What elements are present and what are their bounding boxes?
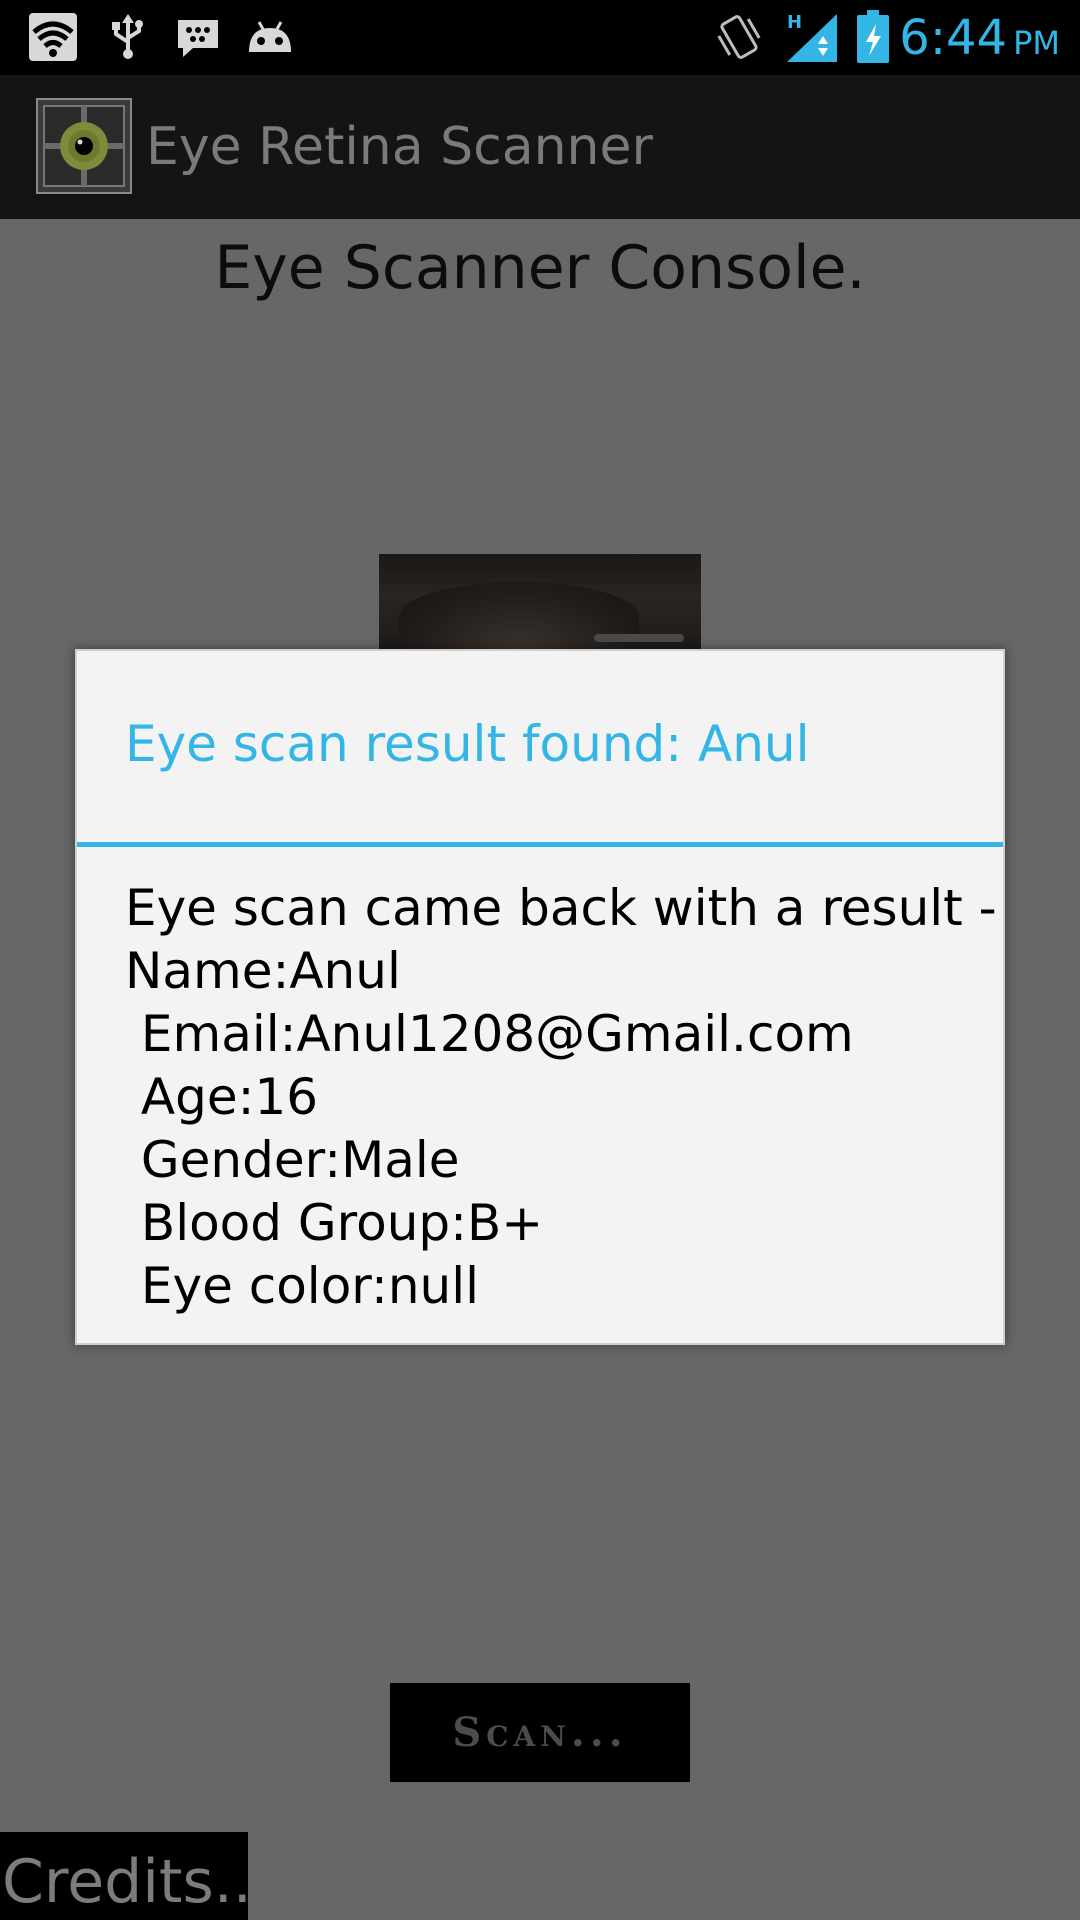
status-bar: H 6:44 PM xyxy=(0,0,1080,75)
clock-time: 6:44 xyxy=(899,10,1008,66)
dialog-line-blood-group: Blood Group:B+ xyxy=(125,1194,544,1252)
dialog-message: Eye scan came back with a result - Name:… xyxy=(125,877,997,1318)
scan-button[interactable]: Scan... xyxy=(390,1683,690,1782)
bbm-icon xyxy=(178,20,218,57)
dialog-line-age: Age:16 xyxy=(125,1068,319,1126)
dialog-title: Eye scan result found: Anul xyxy=(125,715,810,773)
eye-preview-image xyxy=(379,554,701,650)
scan-result-dialog: Eye scan result found: Anul Eye scan cam… xyxy=(75,649,1005,1345)
action-bar: Eye Retina Scanner xyxy=(0,75,1080,219)
clock-ampm: PM xyxy=(1013,24,1060,62)
signal-icon: H xyxy=(787,12,837,62)
app-title: Eye Retina Scanner xyxy=(146,117,653,177)
dialog-divider xyxy=(77,842,1003,847)
dialog-line-name: Name:Anul xyxy=(125,942,401,1000)
credits-button[interactable]: Credits.. xyxy=(0,1832,248,1920)
svg-text:H: H xyxy=(787,12,802,33)
usb-icon xyxy=(112,14,143,59)
console-title: Eye Scanner Console. xyxy=(214,233,866,303)
eye-glint-shape xyxy=(594,634,684,642)
clock: 6:44 PM xyxy=(899,8,1060,68)
dialog-line-email: Email:Anul1208@Gmail.com xyxy=(125,1005,854,1063)
battery-charging-icon xyxy=(857,10,889,63)
dialog-line-gender: Gender:Male xyxy=(125,1131,460,1189)
eye-logo-icon[interactable] xyxy=(36,98,132,194)
wifi-icon xyxy=(29,13,77,61)
android-icon xyxy=(249,21,291,52)
dialog-line-intro: Eye scan came back with a result - xyxy=(125,879,997,937)
dialog-line-eye-color: Eye color:null xyxy=(125,1257,479,1315)
vibrate-icon xyxy=(717,15,761,59)
